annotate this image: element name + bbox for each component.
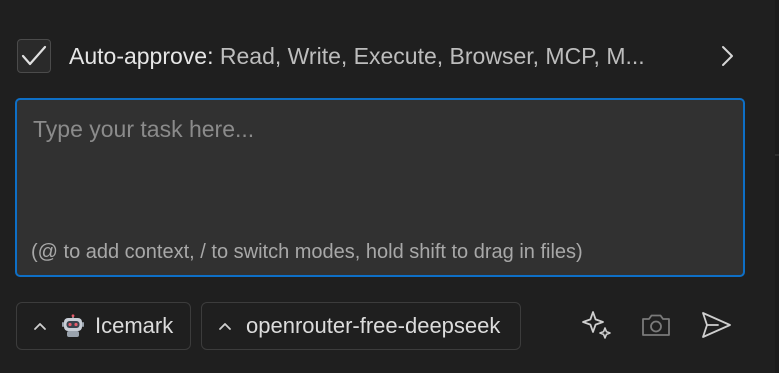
panel-divider: [775, 0, 779, 373]
model-selector[interactable]: openrouter-free-deepseek: [201, 302, 521, 350]
screenshot-button[interactable]: [639, 308, 673, 342]
camera-icon: [642, 314, 670, 336]
chevron-up-icon: [33, 319, 47, 333]
send-icon: [702, 312, 731, 338]
auto-approve-checkbox[interactable]: [17, 39, 51, 73]
sparkle-icon: [582, 311, 611, 339]
task-input-hint: (@ to add context, / to switch modes, ho…: [31, 241, 583, 263]
task-input-box[interactable]: (@ to add context, / to switch modes, ho…: [15, 98, 745, 277]
mode-selector[interactable]: Icemark: [16, 302, 191, 350]
model-selector-label: openrouter-free-deepseek: [246, 313, 501, 338]
chevron-right-icon[interactable]: [715, 44, 739, 68]
chevron-up-icon: [218, 319, 232, 333]
send-button[interactable]: [699, 308, 733, 342]
auto-approve-items: Read, Write, Execute, Browser, MCP, M...: [219, 42, 645, 69]
auto-approve-label: Auto-approve:: [69, 42, 214, 69]
task-input[interactable]: [33, 114, 723, 144]
mode-selector-label: Icemark: [95, 313, 174, 338]
divider-mark: [775, 154, 779, 156]
robot-icon: [61, 314, 85, 338]
auto-approve-text[interactable]: Auto-approve: Read, Write, Execute, Brow…: [69, 43, 715, 70]
chat-input-panel: Auto-approve: Read, Write, Execute, Brow…: [0, 0, 779, 373]
checkmark-icon: [21, 45, 47, 66]
auto-approve-row[interactable]: Auto-approve: Read, Write, Execute, Brow…: [17, 38, 745, 74]
enhance-prompt-button[interactable]: [580, 308, 614, 342]
